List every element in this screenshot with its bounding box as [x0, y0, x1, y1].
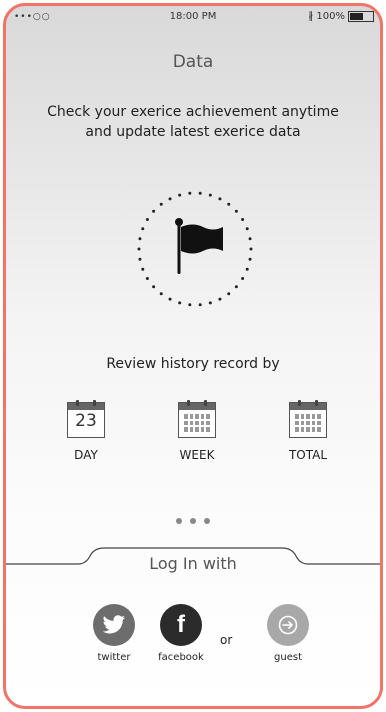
calendar-day-number: 23 — [75, 411, 97, 431]
twitter-button[interactable] — [93, 604, 135, 646]
battery-status: ∦ 100% — [308, 11, 374, 22]
battery-percent: 100% — [316, 11, 345, 22]
guest-label: guest — [274, 652, 302, 663]
calendar-day-icon: 23 — [67, 400, 105, 438]
intro-line-2: and update latest exerice data — [85, 124, 301, 140]
bluetooth-icon: ∦ — [308, 11, 314, 22]
login-heading: Log In with — [149, 554, 237, 573]
twitter-icon — [102, 615, 126, 634]
phone-frame: •••○○ 18:00 PM ∦ 100% Data Check your ex… — [3, 3, 383, 709]
calendar-total-icon — [289, 400, 327, 438]
total-option[interactable]: TOTAL — [268, 400, 348, 462]
twitter-login[interactable]: twitter — [79, 604, 149, 663]
guest-login[interactable]: guest — [253, 604, 323, 663]
page-dot[interactable] — [190, 518, 196, 524]
facebook-login[interactable]: f facebook — [146, 604, 216, 663]
week-option[interactable]: WEEK — [157, 400, 237, 462]
guest-button[interactable] — [267, 604, 309, 646]
intro-text: Check your exerice achievement anytime a… — [6, 102, 380, 142]
intro-line-1: Check your exerice achievement anytime — [47, 104, 339, 120]
page-indicator[interactable] — [6, 518, 380, 524]
page-dot[interactable] — [176, 518, 182, 524]
week-label: WEEK — [179, 448, 215, 462]
twitter-label: twitter — [97, 652, 131, 663]
facebook-label: facebook — [158, 652, 204, 663]
facebook-icon: f — [177, 611, 185, 638]
calendar-week-icon — [178, 400, 216, 438]
status-bar: •••○○ 18:00 PM ∦ 100% — [6, 6, 380, 30]
page-title: Data — [172, 52, 214, 72]
review-heading: Review history record by — [106, 356, 280, 372]
guest-login-icon — [278, 615, 298, 635]
total-label: TOTAL — [288, 448, 328, 462]
day-label: DAY — [74, 448, 98, 462]
or-separator: or — [220, 633, 233, 647]
battery-icon — [348, 11, 374, 22]
facebook-button[interactable]: f — [160, 604, 202, 646]
flag-icon — [137, 191, 253, 307]
page-dot[interactable] — [204, 518, 210, 524]
day-option[interactable]: 23 DAY — [46, 400, 126, 462]
